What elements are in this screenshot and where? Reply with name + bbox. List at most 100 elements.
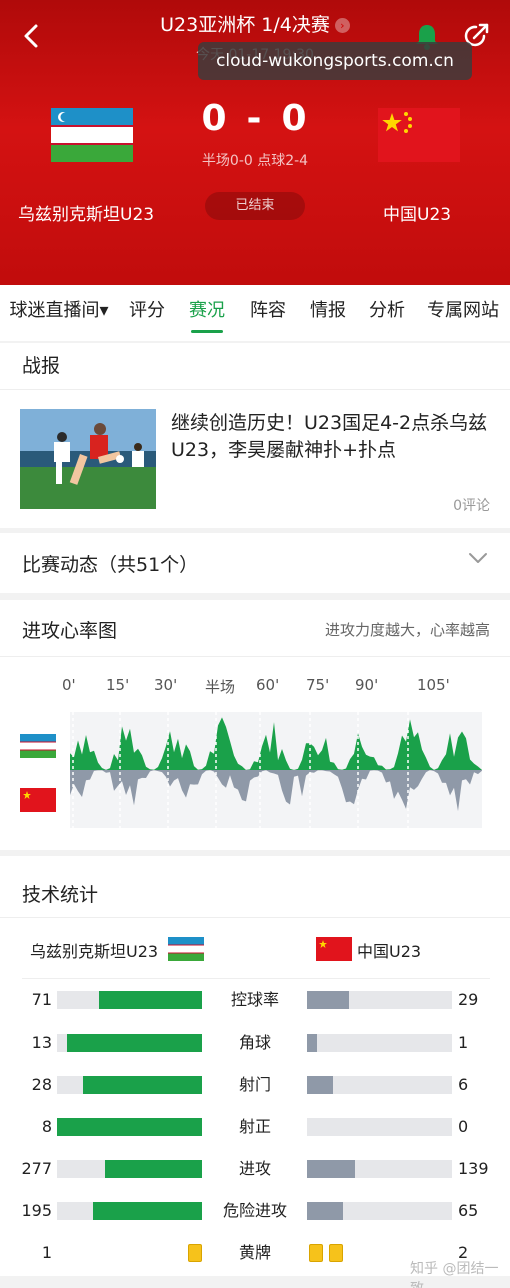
stat-away-bar	[307, 1076, 452, 1094]
stat-away-value: 0	[458, 1117, 469, 1136]
stat-home-value: 195	[21, 1201, 52, 1220]
stat-away-value: 1	[458, 1033, 469, 1052]
china-flag	[378, 108, 460, 162]
stat-away-bar-fill	[307, 1202, 344, 1220]
stat-home-value: 71	[31, 990, 52, 1009]
stat-home-value: 277	[21, 1159, 52, 1178]
tab-exclusive-site[interactable]: 专属网站	[416, 285, 510, 341]
heart-chart-title: 进攻心率图	[22, 620, 118, 642]
stat-away-bar	[307, 1118, 452, 1136]
events-title: 比赛动态（共51个）	[22, 554, 199, 576]
stat-row: 277 进攻 139	[0, 1158, 510, 1188]
yellow-card-icon	[329, 1244, 343, 1262]
stat-label: 危险进攻	[222, 1201, 287, 1220]
stat-away-value: 6	[458, 1075, 469, 1094]
stat-row: 71 控球率 29	[0, 989, 510, 1019]
stat-away-bar-fill	[307, 1034, 318, 1052]
stat-row: 195 危险进攻 65	[0, 1200, 510, 1230]
chevron-down-icon[interactable]	[468, 551, 488, 565]
stat-away-value: 29	[458, 990, 479, 1009]
stat-away-bar-fill	[307, 1076, 333, 1094]
match-header: U23亚洲杯 1/4决赛› 今天 01-17 19:30 cloud-wukon…	[0, 0, 510, 285]
tab-bar: 球迷直播间▾ 评分 赛况 阵容 情报 分析 专属网站	[0, 285, 510, 341]
stat-home-bar-fill	[82, 1076, 202, 1094]
news-comment-count: 0评论	[453, 498, 490, 514]
tab-fan-live[interactable]: 球迷直播间▾	[0, 285, 118, 341]
tab-rating[interactable]: 评分	[118, 285, 176, 341]
uzbekistan-flag	[20, 734, 56, 758]
tick-label: 60'	[256, 676, 280, 694]
tick-label: 半场	[205, 678, 236, 696]
stat-home-bar-fill	[93, 1202, 202, 1220]
stat-away-bar	[307, 1202, 452, 1220]
tick-label: 15'	[106, 676, 130, 694]
stat-away-bar	[307, 991, 452, 1009]
tab-analysis[interactable]: 分析	[358, 285, 416, 341]
tick-label: 75'	[306, 676, 330, 694]
tick-label: 90'	[355, 676, 379, 694]
source-credit: 知乎 @团结一致	[410, 1261, 499, 1288]
stat-row: 8 射正 0	[0, 1116, 510, 1146]
stat-away-bar-fill	[307, 991, 350, 1009]
news-thumbnail[interactable]	[20, 409, 156, 509]
stat-away-bar	[307, 1160, 452, 1178]
scoreline: 0-0	[190, 98, 320, 139]
watermark-overlay: cloud-wukongsports.com.cn	[198, 42, 472, 80]
stat-home-value: 13	[31, 1033, 52, 1052]
stat-label: 射门	[238, 1075, 271, 1094]
stat-home-bar	[57, 1118, 202, 1136]
stats-home-team: 乌兹别克斯坦U23	[30, 942, 159, 961]
stats-title: 技术统计	[22, 884, 99, 906]
china-flag	[20, 788, 56, 812]
heart-chart-note: 进攻力度越大，心率越高	[324, 621, 490, 639]
stat-label: 进攻	[238, 1159, 271, 1178]
stat-home-bar	[57, 1202, 202, 1220]
stat-home-bar	[57, 991, 202, 1009]
stat-row: 13 角球 1	[0, 1032, 510, 1062]
stat-row: 28 射门 6	[0, 1074, 510, 1104]
tick-label: 105'	[417, 676, 450, 694]
stat-away-value: 65	[458, 1201, 479, 1220]
tick-label: 30'	[154, 676, 178, 694]
uzbekistan-flag	[51, 108, 133, 162]
divider	[0, 656, 510, 657]
divider	[0, 389, 510, 390]
stat-label: 角球	[238, 1033, 271, 1052]
stat-home-bar-fill	[57, 1118, 202, 1136]
tick-label: 0'	[62, 676, 76, 694]
away-team-name[interactable]: 中国U23	[383, 200, 451, 225]
tab-match-status[interactable]: 赛况	[176, 285, 238, 341]
half-time-info: 半场0-0 点球2-4	[201, 153, 309, 169]
yellow-card-icon	[188, 1244, 202, 1262]
stat-away-bar-fill	[307, 1160, 356, 1178]
competition-title: U23亚洲杯 1/4决赛	[160, 14, 330, 36]
stat-home-value: 1	[41, 1243, 52, 1262]
stat-away-value: 139	[458, 1159, 489, 1178]
yellow-card-icon	[309, 1244, 323, 1262]
stat-home-value: 28	[31, 1075, 52, 1094]
stat-label: 黄牌	[238, 1243, 271, 1262]
home-score: 0	[201, 98, 229, 139]
stat-home-bar	[57, 1076, 202, 1094]
stats-away-team: 中国U23	[357, 942, 422, 961]
away-score: 0	[281, 98, 309, 139]
home-team-name[interactable]: 乌兹别克斯坦U23	[18, 200, 154, 225]
attack-heart-chart	[70, 712, 482, 828]
chevron-right-icon: ›	[334, 18, 350, 33]
stat-home-bar	[57, 1034, 202, 1052]
tab-intel[interactable]: 情报	[298, 285, 358, 341]
divider	[22, 978, 490, 979]
stat-home-bar-fill	[105, 1160, 202, 1178]
score-separator: -	[246, 98, 264, 139]
china-flag	[316, 937, 352, 961]
news-headline[interactable]: 继续创造历史！U23国足4-2点杀乌兹U23，李昊屡献神扑+扑点	[171, 410, 491, 464]
stat-label: 控球率	[230, 990, 279, 1009]
uzbekistan-flag	[168, 937, 204, 961]
stat-home-bar-fill	[99, 991, 202, 1009]
divider	[0, 917, 510, 918]
tab-lineup[interactable]: 阵容	[238, 285, 298, 341]
stat-home-value: 8	[41, 1117, 52, 1136]
stat-label: 射正	[238, 1117, 271, 1136]
stat-home-bar	[57, 1160, 202, 1178]
report-section-title: 战报	[22, 355, 61, 377]
